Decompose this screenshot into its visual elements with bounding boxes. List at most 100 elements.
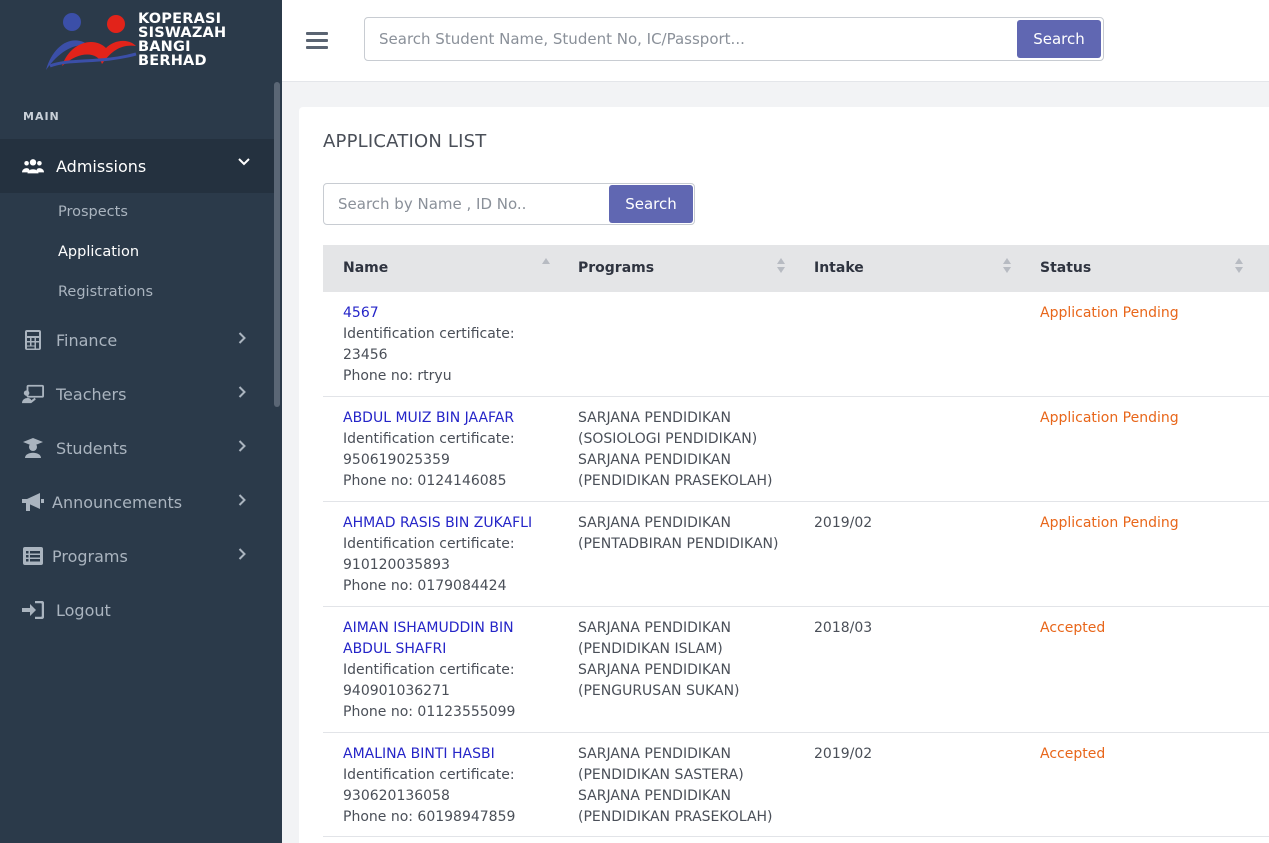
list-icon — [22, 546, 44, 566]
program-line: SARJANA PENDIDIKAN — [578, 515, 731, 531]
status-text: Accepted — [1040, 620, 1106, 636]
program-line: (SOSIOLOGI PENDIDIKAN) — [578, 431, 758, 447]
phone-number: Phone no: 01123555099 — [343, 704, 516, 720]
program-line: SARJANA PENDIDIKAN — [578, 788, 731, 804]
ic-number: 940901036271 — [343, 683, 450, 699]
hamburger-menu-icon[interactable] — [306, 32, 328, 50]
table-row[interactable]: ABDUL MUIZ BIN JAAFAR Identification cer… — [323, 397, 1269, 502]
sidebar-item-teachers[interactable]: Teachers — [0, 374, 274, 414]
sidebar-item-label: Logout — [56, 600, 111, 620]
graduate-icon — [22, 438, 44, 458]
list-search-button[interactable]: Search — [609, 185, 693, 223]
brand-line-4: BERHAD — [138, 53, 207, 69]
status-text: Accepted — [1040, 746, 1106, 762]
ic-label: Identification certificate: — [343, 662, 515, 678]
sidebar-subitem-application[interactable]: Application — [58, 244, 139, 260]
top-bar: Search Student Name, Student No, IC/Pass… — [282, 0, 1269, 82]
sort-icon[interactable] — [777, 258, 787, 278]
programs-list: SARJANA PENDIDIKAN (SOSIOLOGI PENDIDIKAN… — [578, 408, 798, 492]
global-search-input[interactable]: Search Student Name, Student No, IC/Pass… — [379, 30, 745, 48]
users-icon — [22, 156, 44, 176]
chevron-right-icon — [238, 440, 246, 456]
sidebar-item-programs[interactable]: Programs — [0, 536, 274, 576]
column-header-programs[interactable]: Programs — [578, 260, 654, 276]
applicant-info: AIMAN ISHAMUDDIN BIN ABDUL SHAFRI Identi… — [343, 618, 553, 723]
ic-label: Identification certificate: — [343, 536, 515, 552]
table-row[interactable]: AMALINA BINTI HASBI Identification certi… — [323, 733, 1269, 837]
programs-list: SARJANA PENDIDIKAN (PENTADBIRAN PENDIDIK… — [578, 513, 798, 555]
brand-name: KOPERASI SISWAZAH BANGI BERHAD — [138, 11, 227, 69]
brand-line-3: BANGI — [138, 39, 191, 55]
sidebar-item-label: Announcements — [52, 492, 183, 512]
applicant-name-link[interactable]: 4567 — [343, 303, 553, 324]
brand-line-2: SISWAZAH — [138, 25, 227, 41]
sidebar-item-students[interactable]: Students — [0, 428, 274, 468]
intake: 2019/02 — [814, 746, 873, 762]
table-row[interactable]: 4567 Identification certificate: 23456 P… — [323, 292, 1269, 397]
phone-number: Phone no: 0179084424 — [343, 578, 507, 594]
ic-label: Identification certificate: — [343, 431, 515, 447]
program-line: (PENDIDIKAN ISLAM) — [578, 641, 723, 657]
sidebar-scrollbar-thumb[interactable] — [274, 82, 280, 407]
sidebar-item-label: Admissions — [56, 156, 147, 176]
applicant-name-link[interactable]: AIMAN ISHAMUDDIN BIN — [343, 618, 553, 639]
ic-number: 950619025359 — [343, 452, 450, 468]
applicant-info: AMALINA BINTI HASBI Identification certi… — [343, 744, 553, 828]
teacher-board-icon — [22, 384, 44, 404]
applicant-info: AHMAD RASIS BIN ZUKAFLI Identification c… — [343, 513, 553, 597]
sidebar-item-admissions[interactable]: Admissions — [0, 146, 274, 186]
program-line: SARJANA PENDIDIKAN — [578, 746, 731, 762]
global-search-field[interactable]: Search Student Name, Student No, IC/Pass… — [364, 17, 1104, 61]
program-line: (PENDIDIKAN PRASEKOLAH) — [578, 809, 773, 825]
table-header: Name Programs Intake Status — [323, 245, 1269, 292]
phone-number: Phone no: 60198947859 — [343, 809, 516, 825]
sidebar-subitem-prospects[interactable]: Prospects — [58, 204, 128, 220]
sort-icon[interactable] — [1235, 258, 1245, 278]
ic-label: Identification certificate: — [343, 326, 515, 342]
program-line: (PENDIDIKAN PRASEKOLAH) — [578, 473, 773, 489]
ic-number: 930620136058 — [343, 788, 450, 804]
phone-number: Phone no: 0124146085 — [343, 473, 507, 489]
page-title: APPLICATION LIST — [323, 131, 487, 152]
applicant-name-link[interactable]: ABDUL MUIZ BIN JAAFAR — [343, 408, 553, 429]
table-row[interactable]: AHMAD RASIS BIN ZUKAFLI Identification c… — [323, 502, 1269, 607]
sidebar: KOPERASI SISWAZAH BANGI BERHAD MAIN Admi… — [0, 0, 282, 843]
column-header-name[interactable]: Name — [343, 260, 388, 276]
sign-in-icon — [22, 600, 44, 620]
sidebar-item-logout[interactable]: Logout — [0, 590, 274, 630]
status-text: Application Pending — [1040, 515, 1179, 531]
applicant-name-link[interactable]: AMALINA BINTI HASBI — [343, 744, 553, 765]
sidebar-subitem-registrations[interactable]: Registrations — [58, 284, 153, 300]
table-row[interactable]: AIMAN ISHAMUDDIN BIN ABDUL SHAFRI Identi… — [323, 607, 1269, 733]
application-list-card: APPLICATION LIST Search by Name , ID No.… — [299, 107, 1269, 843]
column-header-status[interactable]: Status — [1040, 260, 1091, 276]
intake: 2018/03 — [814, 620, 873, 636]
applicant-name-link-cont[interactable]: ABDUL SHAFRI — [343, 639, 553, 660]
program-line: SARJANA PENDIDIKAN — [578, 662, 731, 678]
chevron-right-icon — [238, 386, 246, 402]
sidebar-item-finance[interactable]: Finance — [0, 320, 274, 360]
global-search-button[interactable]: Search — [1017, 20, 1101, 58]
chevron-down-icon — [238, 154, 250, 170]
list-search-input[interactable]: Search by Name , ID No.. — [338, 195, 526, 213]
programs-list: SARJANA PENDIDIKAN (PENDIDIKAN ISLAM) SA… — [578, 618, 798, 702]
applicant-name-link[interactable]: AHMAD RASIS BIN ZUKAFLI — [343, 513, 553, 534]
list-search-field[interactable]: Search by Name , ID No.. Search — [323, 183, 695, 225]
sidebar-item-label: Finance — [56, 330, 118, 350]
chevron-right-icon — [238, 548, 246, 564]
intake: 2019/02 — [814, 515, 873, 531]
sidebar-item-announcements[interactable]: Announcements — [0, 482, 274, 522]
brand-line-1: KOPERASI — [138, 11, 222, 27]
sort-ascending-icon[interactable] — [542, 258, 552, 278]
applicant-info: 4567 Identification certificate: 23456 P… — [343, 303, 553, 387]
calculator-icon — [22, 330, 44, 350]
status-text: Application Pending — [1040, 410, 1179, 426]
column-header-intake[interactable]: Intake — [814, 260, 864, 276]
sort-icon[interactable] — [1003, 258, 1013, 278]
applicant-info: ABDUL MUIZ BIN JAAFAR Identification cer… — [343, 408, 553, 492]
chevron-right-icon — [238, 332, 246, 348]
ic-number: 23456 — [343, 347, 388, 363]
program-line: (PENDIDIKAN SASTERA) — [578, 767, 744, 783]
megaphone-icon — [22, 492, 44, 512]
brand-logo[interactable]: KOPERASI SISWAZAH BANGI BERHAD — [40, 8, 240, 78]
